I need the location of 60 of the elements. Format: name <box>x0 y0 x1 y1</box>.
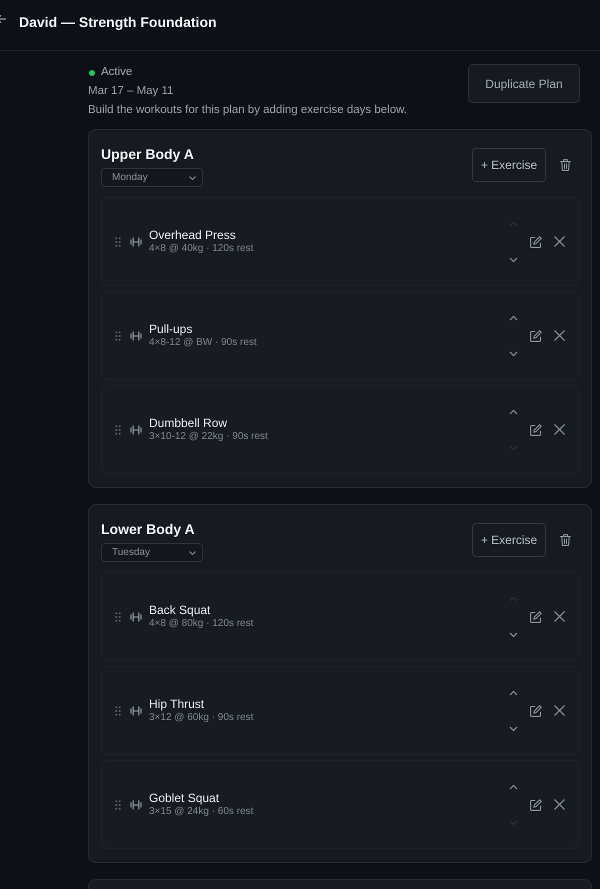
edit-icon[interactable] <box>530 610 542 622</box>
edit-icon[interactable] <box>530 236 542 248</box>
add-exercise-button[interactable]: + Exercise <box>472 523 546 557</box>
chevron-up-icon[interactable] <box>509 408 518 414</box>
arrow-left-icon[interactable] <box>0 15 6 23</box>
chevron-down-icon <box>189 176 196 180</box>
dumbbell-icon <box>130 330 142 340</box>
edit-icon[interactable] <box>530 704 542 716</box>
drag-handle-icon[interactable] <box>115 330 121 340</box>
chevron-down-icon[interactable] <box>509 350 518 356</box>
dumbbell-icon <box>130 800 142 810</box>
dumbbell-icon <box>130 424 142 434</box>
drag-handle-icon[interactable] <box>115 706 121 716</box>
close-icon[interactable] <box>554 424 565 435</box>
exercise-details: 4×8-12 @ BW · 90s rest <box>149 336 258 350</box>
trash-icon[interactable] <box>560 534 571 546</box>
day-title: Lower Body A <box>101 520 196 538</box>
exercise-name: Goblet Squat <box>149 790 220 804</box>
add-exercise-button[interactable]: + Exercise <box>472 148 546 182</box>
dumbbell-icon <box>130 612 142 622</box>
date-range: Mar 17 – May 11 <box>88 84 174 99</box>
drag-handle-icon[interactable] <box>115 424 121 434</box>
chevron-down-icon[interactable] <box>509 632 518 638</box>
chevron-up-icon[interactable] <box>509 314 518 320</box>
day-title: Upper Body A <box>101 145 195 163</box>
edit-icon[interactable] <box>530 424 542 436</box>
drag-handle-icon[interactable] <box>115 236 121 246</box>
weekday-select[interactable]: Monday <box>101 168 203 187</box>
exercise-details: 3×12 @ 60kg · 90s rest <box>149 710 254 724</box>
chevron-up-icon[interactable] <box>509 784 518 790</box>
dumbbell-icon <box>130 236 142 246</box>
exercise-details: 4×8 @ 80kg · 120s rest <box>149 616 254 630</box>
close-icon[interactable] <box>554 236 565 247</box>
plan-description: Build the workouts for this plan by adding exercise days below. <box>88 103 407 118</box>
close-icon[interactable] <box>554 705 565 716</box>
duplicate-plan-button[interactable]: Duplicate Plan <box>468 64 580 103</box>
chevron-down-icon[interactable] <box>509 726 518 732</box>
page-title: David — Strength Foundation <box>19 14 217 30</box>
status-label: Active <box>101 65 132 80</box>
close-icon[interactable] <box>554 611 565 622</box>
exercise-name: Overhead Press <box>149 228 237 242</box>
exercise-details: 4×8 @ 40kg · 120s rest <box>149 242 254 256</box>
dumbbell-icon <box>130 706 142 716</box>
chevron-down-icon[interactable] <box>509 256 518 262</box>
exercise-name: Dumbbell Row <box>149 416 228 430</box>
exercise-details: 3×15 @ 24kg · 60s rest <box>149 804 254 818</box>
close-icon[interactable] <box>554 799 565 810</box>
close-icon[interactable] <box>554 330 565 341</box>
exercise-name: Back Squat <box>149 602 212 616</box>
chevron-down-icon <box>189 550 196 554</box>
edit-icon[interactable] <box>530 330 542 342</box>
exercise-details: 3×10-12 @ 22kg · 90s rest <box>149 430 269 444</box>
exercise-name: Hip Thrust <box>149 696 206 710</box>
drag-handle-icon[interactable] <box>115 800 121 810</box>
trash-icon[interactable] <box>560 159 571 171</box>
chevron-up-icon[interactable] <box>509 690 518 696</box>
weekday-select[interactable]: Tuesday <box>101 543 203 562</box>
edit-icon[interactable] <box>530 798 542 810</box>
drag-handle-icon[interactable] <box>115 612 121 622</box>
exercise-name: Pull-ups <box>149 322 194 336</box>
